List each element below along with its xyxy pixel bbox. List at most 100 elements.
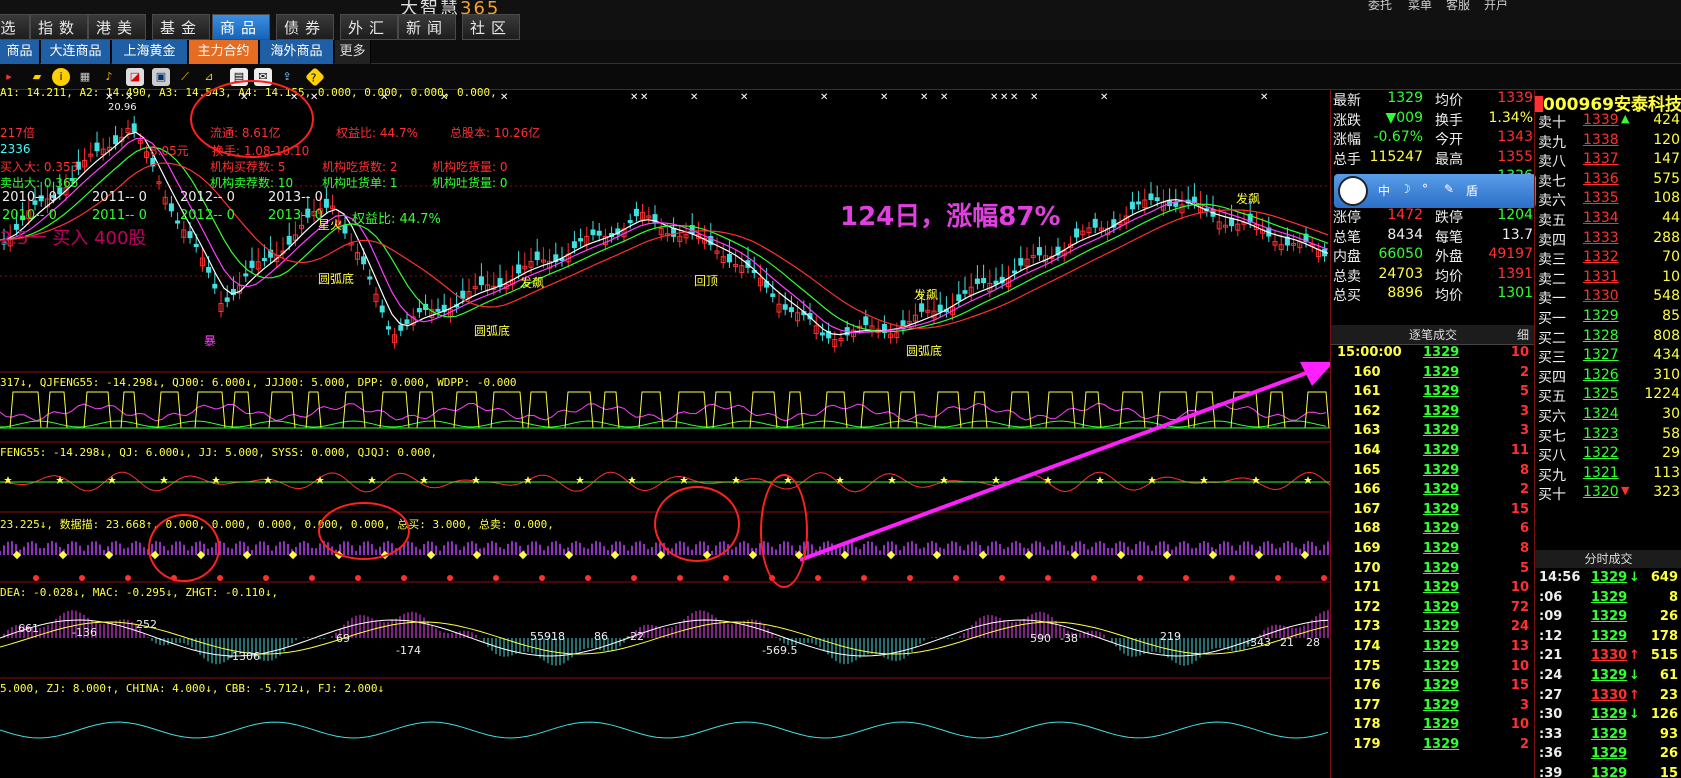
top-link-menu[interactable]: 菜单 [1408, 0, 1432, 13]
table-row[interactable]: 卖九 1338 120 [1535, 132, 1681, 153]
table-row[interactable]: 178 1329 10 [1331, 717, 1535, 738]
arrow-icon[interactable]: ▸ [0, 68, 18, 86]
table-row[interactable]: 164 1329 11 [1331, 443, 1535, 464]
table-row[interactable]: 买六 1324 30 [1535, 406, 1681, 427]
top-link-service[interactable]: 客服 [1446, 0, 1470, 13]
bell-icon[interactable]: ♪ [100, 68, 118, 86]
nav-bond[interactable]: 债券 [276, 14, 334, 40]
table-row[interactable]: 买四 1326 310 [1535, 367, 1681, 388]
book-price: 1332 [1583, 249, 1619, 266]
table-row[interactable]: 179 1329 2 [1331, 737, 1535, 758]
table-row[interactable]: 172 1329 72 [1331, 600, 1535, 621]
table-row[interactable]: 167 1329 15 [1331, 502, 1535, 523]
table-row[interactable]: 卖一 1330 548 [1535, 288, 1681, 309]
compare-icon[interactable]: ◪ [126, 68, 144, 86]
nav-news[interactable]: 新闻 [398, 14, 456, 40]
table-row[interactable]: 卖四 1333 288 [1535, 230, 1681, 251]
qq-popup[interactable]: 中 ☽ ° ✎ 盾 [1334, 174, 1536, 208]
table-row[interactable]: :06 1329 8 [1535, 590, 1681, 611]
table-row[interactable]: 14:56 1329 ↓ 649 [1535, 570, 1681, 591]
grid-icon[interactable]: ▦ [76, 68, 94, 86]
table-row[interactable]: 171 1329 10 [1331, 580, 1535, 601]
table-row[interactable]: 买九 1321 113 [1535, 465, 1681, 486]
fibonacci-icon[interactable]: ⊿ [200, 68, 218, 86]
tab-main-contract[interactable]: 主力合约 [189, 40, 259, 64]
table-row[interactable]: 169 1329 8 [1331, 541, 1535, 562]
table-row[interactable]: :27 1330 ↑ 23 [1535, 688, 1681, 709]
dot-marker [815, 575, 821, 581]
table-row[interactable]: 177 1329 3 [1331, 698, 1535, 719]
table-row[interactable]: 卖七 1336 575 [1535, 171, 1681, 192]
draw-line-icon[interactable]: ⟋ [176, 68, 194, 86]
minute-price: 1329 [1591, 707, 1628, 723]
table-row[interactable]: 买三 1327 434 [1535, 347, 1681, 368]
table-row[interactable]: 166 1329 2 [1331, 482, 1535, 503]
table-row[interactable]: 165 1329 8 [1331, 463, 1535, 484]
nav-commodity[interactable]: 商品 [212, 14, 270, 40]
table-row[interactable]: 卖八 1337 147 [1535, 151, 1681, 172]
table-row[interactable]: :36 1329 26 [1535, 746, 1681, 767]
table-row[interactable]: 卖十 1339 ▲ 424 [1535, 112, 1681, 133]
table-row[interactable]: 买五 1325 1224 [1535, 386, 1681, 407]
table-row[interactable]: 162 1329 3 [1331, 404, 1535, 425]
table-row[interactable]: 168 1329 6 [1331, 521, 1535, 542]
table-row[interactable]: :39 1329 15 [1535, 766, 1681, 778]
nav-stock-picker[interactable]: 选股 [0, 14, 30, 63]
table-row[interactable]: 买二 1328 808 [1535, 328, 1681, 349]
table-row[interactable]: 买八 1322 29 [1535, 445, 1681, 466]
table-row[interactable]: 买七 1323 58 [1535, 426, 1681, 447]
qq-lang-button[interactable]: 中 [1378, 182, 1390, 199]
nav-community[interactable]: 社区 [462, 14, 520, 40]
table-row[interactable]: 163 1329 3 [1331, 423, 1535, 444]
wrench-icon[interactable]: ✎ [1444, 182, 1454, 196]
table-row[interactable]: 160 1329 2 [1331, 365, 1535, 386]
table-row[interactable]: 176 1329 15 [1331, 678, 1535, 699]
table-row[interactable]: :33 1329 93 [1535, 727, 1681, 748]
table-row[interactable]: 175 1329 10 [1331, 659, 1535, 680]
table-row[interactable]: 170 1329 5 [1331, 561, 1535, 582]
table-row[interactable]: 卖二 1331 10 [1535, 269, 1681, 290]
table-row[interactable]: 卖六 1335 108 [1535, 190, 1681, 211]
table-row[interactable]: :24 1329 ↓ 61 [1535, 668, 1681, 689]
book-price: 1324 [1583, 406, 1619, 422]
kline-chart-area[interactable]: ✕ ✕ ✕ ✕ ✕ ✕ ✕ ✕ ✕ ✕ ✕ ✕ ✕ ✕ ✕ ✕ ✕ ✕ ✕ ✕ ✕ ✕ A1: 14.211, A2: 1… [0, 80, 1330, 778]
moon-icon[interactable]: ☽ [1400, 182, 1411, 196]
detail-button[interactable]: 细 [1517, 325, 1529, 345]
table-row[interactable]: 买一 1329 85 [1535, 308, 1681, 329]
table-row[interactable]: 买十 1320 ▼ 323 [1535, 484, 1681, 505]
quote-value: 1.34% [1488, 109, 1533, 126]
table-row[interactable]: :12 1329 178 [1535, 629, 1681, 650]
table-row[interactable]: :09 1329 26 [1535, 609, 1681, 630]
table-row[interactable]: 卖五 1334 44 [1535, 210, 1681, 231]
tab-overseas[interactable]: 海外商品 [260, 40, 334, 64]
help-icon[interactable]: ? [305, 67, 325, 87]
tab-shanghai-gold[interactable]: 上海黄金 [112, 40, 188, 64]
chart-type-icon[interactable]: ▰ [28, 68, 46, 86]
table-row[interactable]: :21 1330 ↑ 515 [1535, 648, 1681, 669]
table-row[interactable]: 卖三 1332 70 [1535, 249, 1681, 270]
info-icon[interactable]: i [52, 68, 70, 86]
export-icon[interactable]: ⇪ [278, 68, 296, 86]
penguin-icon[interactable] [1338, 176, 1368, 206]
nav-forex[interactable]: 外汇 [340, 14, 398, 40]
nav-fund[interactable]: 基金 [152, 14, 210, 40]
table-row[interactable]: 15:00:00 1329 10 [1331, 345, 1535, 366]
table-row[interactable]: 174 1329 13 [1331, 639, 1535, 660]
nav-index[interactable]: 指数 [30, 14, 88, 40]
top-link-account[interactable]: 开户 [1484, 0, 1508, 13]
top-link-trade[interactable]: 委托 [1368, 0, 1392, 13]
dot-icon[interactable]: ° [1422, 182, 1428, 196]
table-row[interactable]: 173 1329 24 [1331, 619, 1535, 640]
nav-hk-us[interactable]: 港美股 [88, 14, 146, 63]
table-row[interactable]: 161 1329 5 [1331, 384, 1535, 405]
tab-dalian[interactable]: 大连商品 [41, 40, 111, 64]
image-icon[interactable]: ▣ [152, 68, 170, 86]
table-row[interactable]: :30 1329 ↓ 126 [1535, 707, 1681, 728]
shield-icon[interactable]: 盾 [1466, 182, 1478, 199]
tab-commodity[interactable]: 商品 [0, 40, 40, 64]
book-level: 买八 [1538, 448, 1566, 465]
indicator-pulse [305, 391, 322, 429]
minute-trades-panel[interactable]: 分时成交 14:56 1329 ↓ 649:06 1329 8:09 1329 … [1534, 550, 1681, 778]
tab-more[interactable]: 更多 [335, 40, 371, 64]
tick-list-panel[interactable]: 逐笔成交细 15:00:00 1329 10 160 1329 2 161 1329… [1330, 325, 1535, 778]
